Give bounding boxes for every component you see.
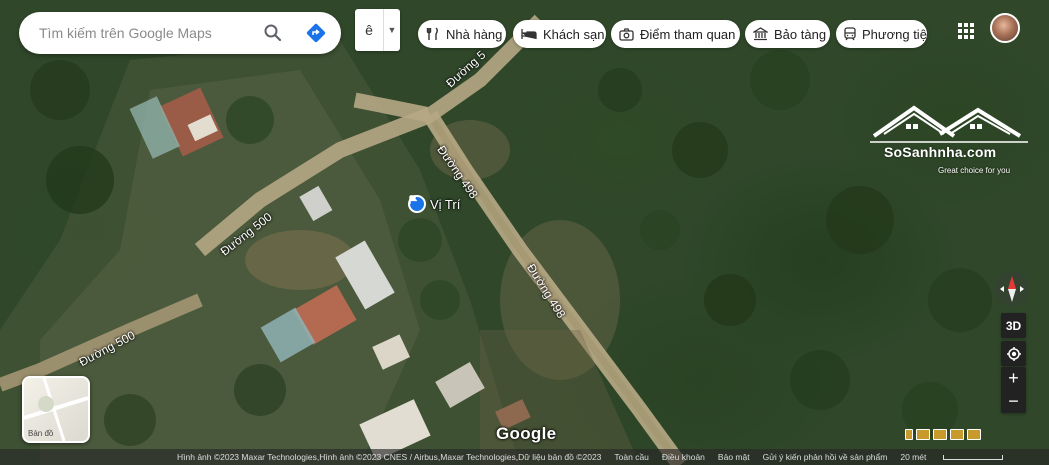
search-button[interactable] (261, 21, 285, 45)
footer-link-feedback[interactable]: Gửi ý kiến phản hồi về sản phẩm (763, 452, 888, 462)
restaurant-icon (426, 26, 440, 42)
directions-button[interactable] (304, 21, 328, 45)
search-box (19, 12, 341, 54)
scale-bar (943, 454, 1004, 460)
imagery-attribution: Hình ảnh ©2023 Maxar Technologies,Hình ả… (177, 452, 602, 462)
museum-icon (753, 26, 768, 42)
chip-restaurants[interactable]: Nhà hàng (418, 20, 506, 48)
chip-label: Phương tiện (862, 26, 927, 42)
directions-icon (306, 23, 326, 43)
search-input[interactable] (39, 25, 259, 41)
toggle-3d-button[interactable]: 3D (1001, 313, 1026, 338)
satellite-map[interactable]: Đường 498 Đường 498 Đường 500 Đường 500 … (0, 0, 1049, 465)
language-dropdown[interactable]: ê ▼ (355, 9, 400, 51)
chip-label: Bảo tàng (774, 26, 827, 42)
footer-link-global[interactable]: Toàn cầu (614, 452, 649, 462)
pin-label: Vị Trí (430, 196, 461, 212)
compass-icon (1000, 276, 1024, 302)
attribution-bar: Hình ảnh ©2023 Maxar Technologies,Hình ả… (0, 449, 1049, 465)
street-view-pegman-icon (905, 429, 913, 440)
hotel-icon (521, 26, 537, 42)
street-view-thumb[interactable] (967, 429, 981, 440)
camera-icon (619, 26, 634, 42)
scale-label: 20 mét (900, 452, 927, 462)
google-apps-button[interactable] (955, 20, 977, 42)
location-pin[interactable]: Vị Trí (408, 195, 460, 213)
zoom-control: + − (1001, 367, 1026, 413)
watermark-logo: SoSanhnha.com Great choice for you (870, 100, 1030, 180)
zoom-in-button[interactable]: + (1001, 367, 1026, 390)
dropdown-value: ê (365, 22, 373, 38)
apps-grid-icon (958, 23, 974, 39)
chip-label: Nhà hàng (446, 26, 503, 42)
map-terrain (0, 14, 992, 465)
chip-transit[interactable]: Phương tiện (836, 20, 927, 48)
street-view-strip[interactable] (905, 429, 1025, 442)
street-view-thumb[interactable] (916, 429, 930, 440)
flag-icon (408, 195, 426, 213)
chip-label: Điểm tham quan (640, 26, 736, 42)
chip-attractions[interactable]: Điểm tham quan (611, 20, 740, 48)
compass-button[interactable] (994, 271, 1030, 307)
google-logo: Google (496, 424, 557, 443)
house-logo-icon (870, 105, 1028, 143)
footer-link-privacy[interactable]: Bảo mật (718, 452, 750, 462)
watermark-tagline: Great choice for you (938, 166, 1011, 175)
street-view-thumb[interactable] (950, 429, 964, 440)
search-icon (264, 24, 282, 42)
layers-toggle[interactable]: Bản đồ (22, 376, 90, 443)
scale-indicator[interactable]: 20 mét (900, 452, 1016, 462)
transit-icon (844, 26, 856, 42)
footer-link-terms[interactable]: Điều khoản (662, 452, 705, 462)
watermark-name: SoSanhnha.com (884, 144, 997, 160)
chip-hotels[interactable]: Khách sạn (513, 20, 606, 48)
chip-label: Khách sạn (543, 26, 605, 42)
my-location-button[interactable] (1001, 341, 1026, 366)
street-view-thumb[interactable] (933, 429, 947, 440)
chevron-down-icon: ▼ (387, 25, 397, 35)
chip-museums[interactable]: Bảo tàng (745, 20, 830, 48)
account-avatar[interactable] (990, 13, 1020, 43)
zoom-out-button[interactable]: − (1001, 390, 1026, 413)
layers-label: Bản đồ (28, 429, 54, 438)
my-location-icon (1006, 346, 1021, 361)
